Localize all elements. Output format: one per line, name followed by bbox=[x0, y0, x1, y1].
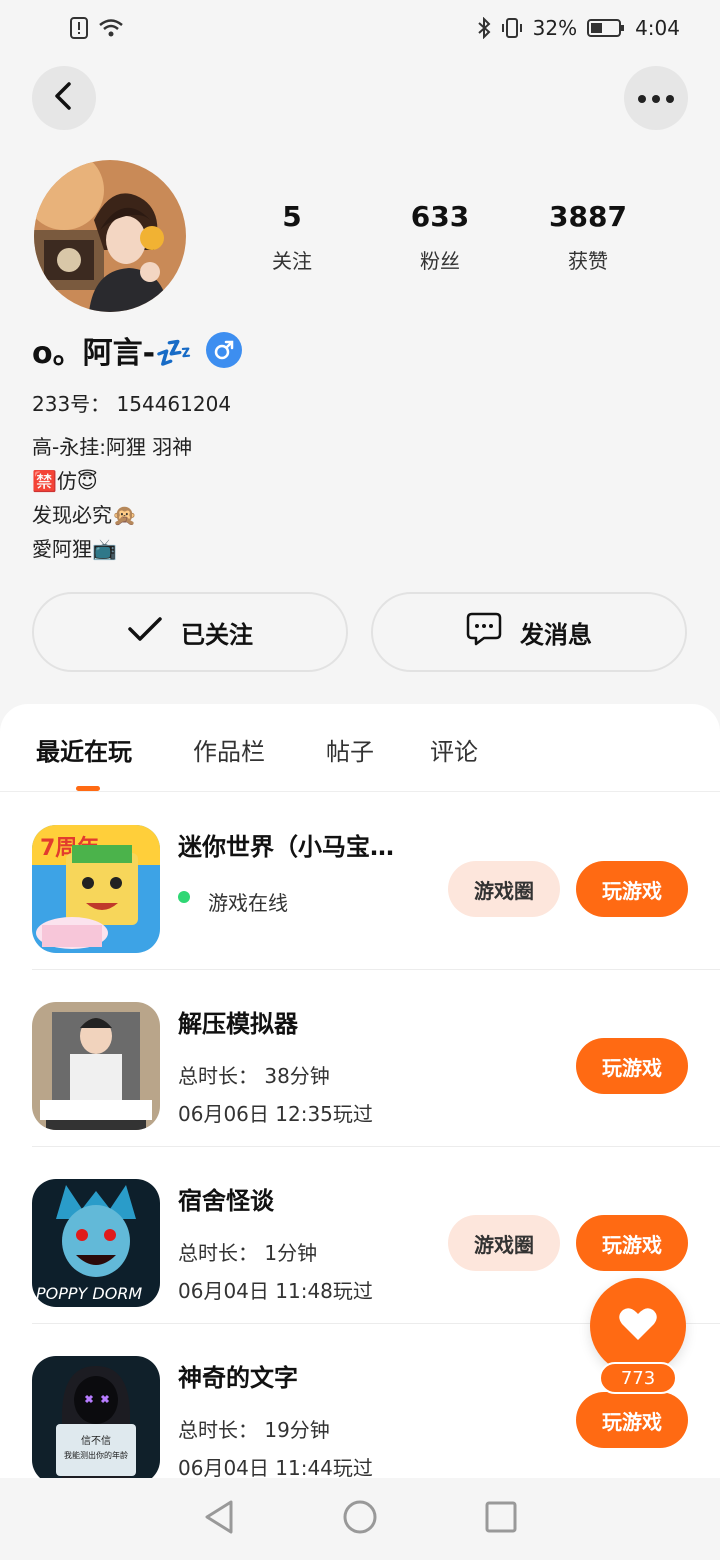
username: o。阿言-💤 bbox=[32, 336, 193, 371]
clock: 4:04 bbox=[635, 16, 680, 40]
bio-line: 高-永挂:阿狸 羽神 bbox=[32, 435, 193, 459]
heart-icon bbox=[618, 1306, 658, 1346]
stat-value: 633 bbox=[410, 200, 470, 233]
chat-bubble-icon bbox=[466, 612, 502, 652]
last-played: 06月04日 11:48玩过 bbox=[178, 1279, 373, 1303]
play-game-button[interactable]: 玩游戏 bbox=[576, 1215, 688, 1271]
stress-sim-icon bbox=[32, 1002, 160, 1130]
online-status-dot bbox=[178, 891, 190, 903]
play-game-button[interactable]: 玩游戏 bbox=[576, 861, 688, 917]
play-game-button[interactable]: 玩游戏 bbox=[576, 1038, 688, 1094]
magic-line1: 信不信 bbox=[81, 1435, 111, 1447]
followed-button[interactable]: 已关注 bbox=[32, 592, 348, 672]
game-circle-button[interactable]: 游戏圈 bbox=[448, 861, 560, 917]
bio: 高-永挂:阿狸 羽神 🈲仿😇 发现必究🙊 愛阿狸📺 bbox=[32, 430, 192, 566]
back-button[interactable] bbox=[32, 66, 96, 130]
system-nav-bar bbox=[0, 1478, 720, 1560]
like-count: 773 bbox=[599, 1362, 677, 1394]
tab-indicator bbox=[76, 786, 100, 791]
game-title: 解压模拟器 bbox=[178, 1010, 298, 1038]
online-status-text: 游戏在线 bbox=[208, 891, 288, 915]
chevron-left-icon bbox=[52, 81, 76, 115]
tab-recently-played[interactable]: 最近在玩 bbox=[36, 732, 132, 767]
battery-percent: 32% bbox=[532, 16, 578, 40]
game-title: 迷你世界（小马宝… bbox=[178, 833, 394, 861]
nav-home-icon[interactable] bbox=[342, 1499, 378, 1539]
tab-posts[interactable]: 帖子 bbox=[326, 732, 374, 767]
total-playtime: 总时长： 19分钟 bbox=[178, 1418, 330, 1442]
play-game-button[interactable]: 玩游戏 bbox=[576, 1392, 688, 1448]
stat-following[interactable]: 5 关注 bbox=[232, 200, 352, 274]
stat-label: 粉丝 bbox=[420, 249, 460, 273]
game-row[interactable]: 7周年 迷你世界（小马宝… 游戏在线 游戏圈 玩游戏 bbox=[0, 793, 720, 970]
bio-line: 愛阿狸📺 bbox=[32, 537, 117, 561]
nav-recents-icon[interactable] bbox=[485, 1501, 517, 1537]
stat-followers[interactable]: 633 粉丝 bbox=[380, 200, 500, 274]
game-row[interactable]: 解压模拟器 总时长： 38分钟 06月06日 12:35玩过 玩游戏 bbox=[0, 970, 720, 1147]
status-right: 32% 4:04 bbox=[477, 16, 680, 40]
dorm-caption: POPPY DORM bbox=[36, 1284, 142, 1303]
bio-line: 🈲仿😇 bbox=[32, 469, 98, 493]
alert-sim-icon bbox=[70, 17, 88, 39]
bio-line: 发现必究🙊 bbox=[32, 503, 137, 527]
bluetooth-icon bbox=[477, 17, 491, 39]
stat-label: 获赞 bbox=[568, 249, 608, 273]
wifi-icon bbox=[98, 18, 124, 38]
nav-back-icon[interactable] bbox=[203, 1499, 235, 1539]
like-button[interactable] bbox=[590, 1278, 686, 1374]
total-playtime: 总时长： 1分钟 bbox=[178, 1241, 318, 1265]
magic-line2: 我能测出你的年龄 bbox=[64, 1450, 128, 1460]
more-dots-icon bbox=[637, 89, 675, 108]
stat-value: 5 bbox=[282, 200, 302, 233]
username-row: o。阿言-💤 bbox=[32, 328, 243, 372]
battery-icon bbox=[587, 18, 625, 38]
more-button[interactable] bbox=[624, 66, 688, 130]
tab-bar: 最近在玩 作品栏 帖子 评论 bbox=[0, 704, 720, 792]
status-bar: 32% 4:04 bbox=[0, 0, 720, 56]
game-circle-button[interactable]: 游戏圈 bbox=[448, 1215, 560, 1271]
magic-text-icon: 信不信 我能测出你的年龄 bbox=[32, 1356, 160, 1484]
stat-likes[interactable]: 3887 获赞 bbox=[528, 200, 648, 274]
male-gender-icon bbox=[206, 332, 243, 368]
user-id: 233号： 154461204 bbox=[32, 392, 232, 416]
send-message-label: 发消息 bbox=[520, 620, 592, 649]
stat-label: 关注 bbox=[272, 249, 312, 273]
tab-comments[interactable]: 评论 bbox=[430, 732, 478, 767]
followed-label: 已关注 bbox=[181, 620, 253, 649]
last-played: 06月04日 11:44玩过 bbox=[178, 1456, 373, 1480]
mini-world-icon: 7周年 bbox=[32, 825, 160, 953]
checkmark-icon bbox=[127, 615, 163, 649]
tab-works[interactable]: 作品栏 bbox=[193, 732, 265, 767]
send-message-button[interactable]: 发消息 bbox=[371, 592, 687, 672]
stat-value: 3887 bbox=[549, 200, 627, 233]
last-played: 06月06日 12:35玩过 bbox=[178, 1102, 373, 1126]
status-left bbox=[70, 17, 124, 39]
total-playtime: 总时长： 38分钟 bbox=[178, 1064, 330, 1088]
game-title: 神奇的文字 bbox=[178, 1364, 298, 1392]
profile-stats: 5 关注 633 粉丝 3887 获赞 bbox=[0, 200, 720, 280]
vibrate-icon bbox=[501, 17, 523, 39]
game-title: 宿舍怪谈 bbox=[178, 1187, 274, 1215]
dorm-horror-icon: POPPY DORM bbox=[32, 1179, 160, 1307]
